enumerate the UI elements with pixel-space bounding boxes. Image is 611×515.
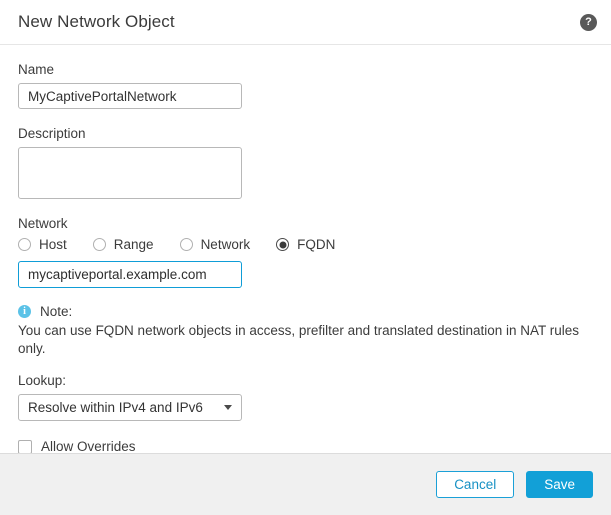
note-title: Note:	[40, 304, 73, 319]
radio-circle-icon	[92, 238, 106, 251]
lookup-label: Lookup:	[18, 373, 67, 389]
dialog-body: Name Description Network Host Range	[0, 45, 611, 453]
note-text: You can use FQDN network objects in acce…	[18, 323, 580, 357]
radio-circle-icon	[18, 238, 31, 251]
radio-option-network[interactable]: Network	[179, 237, 251, 252]
dialog-header: New Network Object ?	[0, 0, 611, 45]
info-icon: i	[18, 305, 31, 318]
radio-label-network: Network	[200, 237, 251, 252]
lookup-field-group: Lookup: Resolve within IPv4 and IPv6	[18, 373, 593, 422]
radio-label-fqdn: FQDN	[297, 237, 336, 252]
description-field-group: Description	[18, 126, 593, 199]
page-title: New Network Object	[18, 12, 175, 31]
lookup-select[interactable]: Resolve within IPv4 and IPv6	[18, 394, 242, 422]
allow-overrides-row[interactable]: Allow Overrides	[18, 439, 593, 453]
network-type-radio-group: Host Range Network FQDN	[18, 237, 593, 252]
network-field-group: Network Host Range Network FQDN	[18, 216, 593, 288]
allow-overrides-checkbox[interactable]	[18, 439, 32, 453]
save-button[interactable]: Save	[526, 471, 593, 498]
radio-circle-icon	[179, 238, 193, 251]
name-label: Name	[18, 62, 55, 77]
radio-option-range[interactable]: Range	[92, 237, 154, 252]
cancel-button[interactable]: Cancel	[436, 471, 515, 498]
radio-option-fqdn[interactable]: FQDN	[276, 237, 335, 252]
name-input[interactable]	[18, 83, 242, 109]
description-textarea[interactable]	[18, 147, 242, 199]
help-icon[interactable]: ?	[580, 14, 597, 31]
lookup-select-wrapper: Resolve within IPv4 and IPv6	[18, 394, 242, 422]
note-block: i Note: You can use FQDN network objects…	[18, 304, 593, 358]
network-label: Network	[18, 216, 68, 231]
radio-label-host: Host	[39, 237, 67, 252]
allow-overrides-label: Allow Overrides	[41, 439, 136, 453]
radio-label-range: Range	[113, 237, 154, 252]
radio-option-host[interactable]: Host	[18, 237, 67, 252]
dialog-footer: Cancel Save	[0, 453, 611, 515]
description-label: Description	[18, 126, 86, 141]
fqdn-input[interactable]	[18, 261, 242, 288]
name-field-group: Name	[18, 62, 593, 109]
radio-circle-filled-icon	[276, 238, 290, 251]
note-header: i Note:	[18, 304, 593, 319]
new-network-object-dialog: New Network Object ? Name Description Ne…	[0, 0, 611, 515]
